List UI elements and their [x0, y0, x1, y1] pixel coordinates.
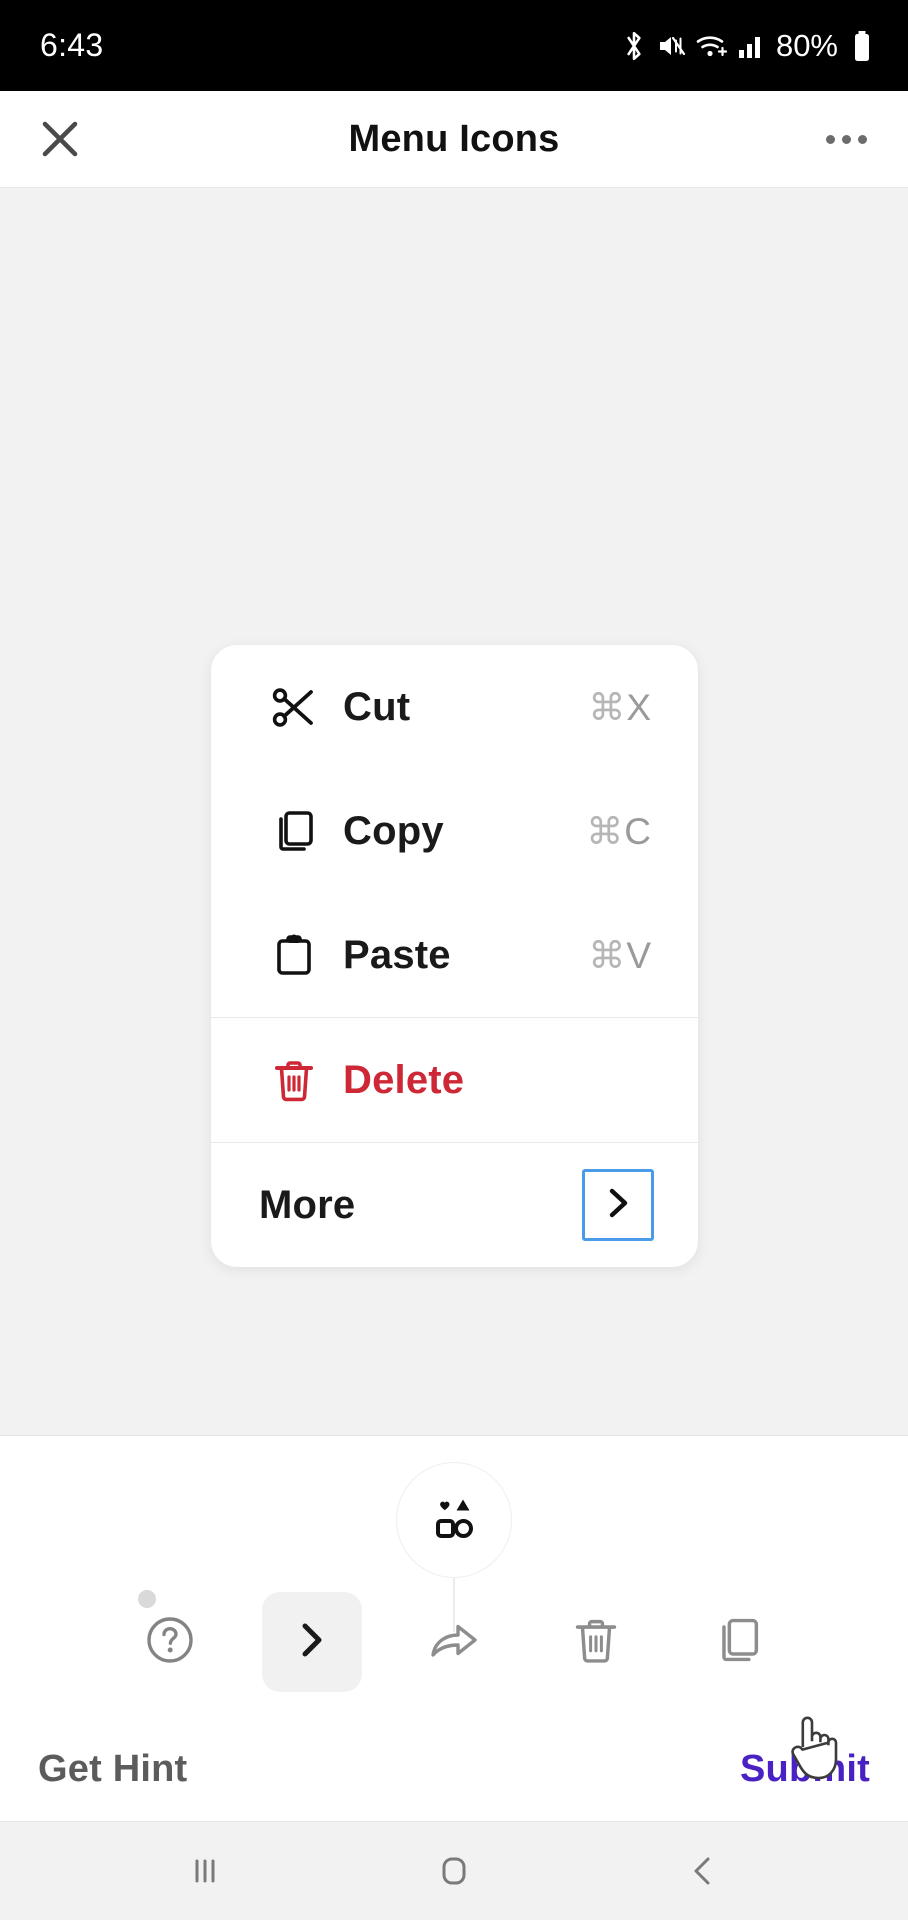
help-circle-icon — [141, 1611, 199, 1674]
bottom-panel: Get Hint Submit — [0, 1436, 908, 1822]
android-nav-bar — [0, 1822, 908, 1920]
trash-icon — [267, 1053, 321, 1107]
menu-group: More — [211, 1143, 698, 1267]
menu-item-label: Paste — [343, 932, 451, 977]
close-icon[interactable] — [28, 107, 92, 171]
back-icon[interactable] — [660, 1828, 746, 1914]
menu-group: Cut ⌘X Copy ⌘C Paste ⌘V — [211, 645, 698, 1017]
menu-item-label: More — [259, 1182, 356, 1227]
menu-item-copy[interactable]: Copy ⌘C — [211, 769, 698, 893]
overflow-dot — [857, 134, 867, 144]
clipboard-icon — [267, 928, 321, 982]
shortcut-key: X — [626, 686, 652, 728]
menu-item-shortcut: ⌘V — [588, 934, 652, 977]
tray-item-chevron-right[interactable] — [262, 1592, 362, 1692]
trash-icon — [569, 1613, 623, 1672]
status-bar-icons: 80% — [621, 0, 872, 91]
home-icon[interactable] — [411, 1828, 497, 1914]
get-hint-button[interactable]: Get Hint — [38, 1748, 187, 1791]
page-title: Menu Icons — [348, 117, 560, 160]
command-key-glyph: ⌘ — [588, 686, 627, 728]
copy-icon — [711, 1613, 765, 1672]
shortcut-key: V — [626, 934, 652, 976]
command-key-glyph: ⌘ — [586, 810, 625, 852]
menu-item-paste[interactable]: Paste ⌘V — [211, 893, 698, 1017]
menu-group: Delete — [211, 1018, 698, 1142]
palette-area — [0, 1436, 908, 1632]
battery-icon — [852, 30, 872, 62]
bluetooth-icon — [621, 30, 647, 62]
shortcut-key: C — [624, 810, 652, 852]
tray-badge-dot — [138, 1590, 156, 1608]
tray-item-help[interactable] — [120, 1590, 220, 1692]
overflow-dot — [841, 134, 851, 144]
shapes-icon — [427, 1491, 481, 1550]
phone-screen: 6:43 80% Menu Icons Cut ⌘X Copy ⌘C Paste… — [0, 0, 908, 1920]
chevron-right-icon — [600, 1185, 636, 1226]
shapes-palette-button[interactable] — [396, 1462, 512, 1578]
status-bar-time: 6:43 — [40, 27, 104, 63]
menu-item-shortcut: ⌘C — [586, 810, 652, 853]
chevron-right-icon — [291, 1619, 333, 1666]
submit-button[interactable]: Submit — [740, 1748, 870, 1791]
menu-item-more[interactable]: More — [211, 1143, 698, 1267]
tray-item-copy[interactable] — [688, 1592, 788, 1692]
scissors-icon — [267, 680, 321, 734]
command-key-glyph: ⌘ — [588, 934, 627, 976]
copy-icon — [267, 804, 321, 858]
recents-icon[interactable] — [162, 1828, 248, 1914]
menu-item-delete[interactable]: Delete — [211, 1018, 698, 1142]
menu-item-label: Copy — [343, 808, 444, 853]
menu-card: Cut ⌘X Copy ⌘C Paste ⌘V Delete More — [211, 645, 698, 1267]
canvas-stage: Cut ⌘X Copy ⌘C Paste ⌘V Delete More — [0, 188, 908, 1436]
app-bar: Menu Icons — [0, 91, 908, 188]
menu-item-label: Delete — [343, 1057, 465, 1102]
overflow-dot — [825, 134, 835, 144]
chevron-right-drop-target[interactable] — [582, 1169, 654, 1241]
battery-percent-label: 80% — [775, 27, 838, 63]
menu-item-cut[interactable]: Cut ⌘X — [211, 645, 698, 769]
cellular-signal-icon — [738, 32, 764, 60]
menu-item-shortcut: ⌘X — [588, 686, 652, 729]
action-bar: Get Hint Submit — [0, 1718, 908, 1822]
overflow-menu-icon[interactable] — [814, 110, 878, 168]
menu-item-label: Cut — [343, 684, 411, 729]
mute-icon — [656, 31, 686, 61]
wifi-icon — [695, 32, 729, 60]
status-bar: 6:43 80% — [0, 0, 908, 91]
tray-item-delete[interactable] — [546, 1592, 646, 1692]
